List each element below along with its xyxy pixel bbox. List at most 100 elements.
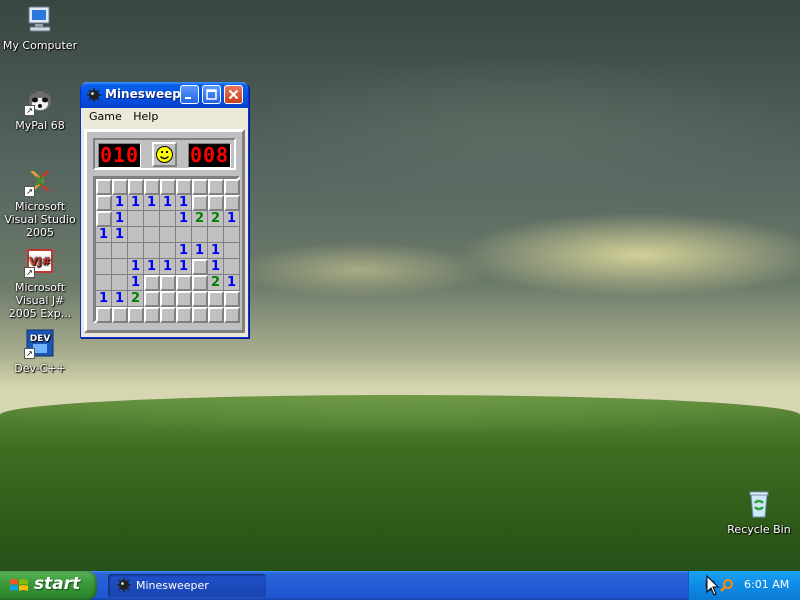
mine-cell[interactable] bbox=[192, 307, 208, 323]
mine-cell[interactable]: 1 bbox=[192, 243, 208, 259]
mine-cell[interactable]: 1 bbox=[160, 195, 176, 211]
mine-cell[interactable] bbox=[96, 195, 112, 211]
desktop-icon-recycle-bin[interactable]: Recycle Bin bbox=[719, 488, 799, 536]
mine-cell[interactable]: 2 bbox=[192, 211, 208, 227]
clock[interactable]: 6:01 AM bbox=[744, 578, 789, 591]
mine-cell[interactable] bbox=[144, 227, 160, 243]
mine-cell[interactable] bbox=[192, 291, 208, 307]
mine-cell[interactable] bbox=[208, 227, 224, 243]
mine-cell[interactable] bbox=[144, 211, 160, 227]
mine-cell[interactable] bbox=[96, 179, 112, 195]
mine-cell[interactable] bbox=[128, 227, 144, 243]
mine-cell[interactable] bbox=[176, 227, 192, 243]
mine-cell[interactable] bbox=[192, 227, 208, 243]
mine-cell[interactable] bbox=[176, 179, 192, 195]
mine-cell[interactable] bbox=[224, 259, 240, 275]
mine-cell[interactable]: 1 bbox=[176, 195, 192, 211]
window-titlebar[interactable]: Minesweep... bbox=[81, 82, 248, 108]
mine-cell[interactable] bbox=[96, 259, 112, 275]
mine-cell[interactable] bbox=[176, 307, 192, 323]
mine-cell[interactable]: 1 bbox=[160, 259, 176, 275]
mine-cell[interactable]: 1 bbox=[176, 259, 192, 275]
mine-cell[interactable] bbox=[224, 179, 240, 195]
mine-cell[interactable]: 1 bbox=[128, 275, 144, 291]
mine-cell[interactable] bbox=[144, 291, 160, 307]
mine-cell[interactable] bbox=[96, 307, 112, 323]
mine-cell[interactable]: 2 bbox=[128, 291, 144, 307]
maximize-button[interactable] bbox=[202, 85, 221, 104]
mine-cell[interactable] bbox=[144, 307, 160, 323]
mine-cell[interactable] bbox=[112, 179, 128, 195]
mine-cell[interactable] bbox=[144, 275, 160, 291]
mine-cell[interactable] bbox=[112, 243, 128, 259]
mine-cell[interactable] bbox=[128, 211, 144, 227]
mine-cell[interactable] bbox=[128, 243, 144, 259]
menu-game[interactable]: Game bbox=[85, 108, 126, 125]
mine-cell[interactable] bbox=[160, 243, 176, 259]
mine-cell[interactable]: 1 bbox=[208, 259, 224, 275]
mine-cell[interactable]: 1 bbox=[176, 211, 192, 227]
mine-cell[interactable] bbox=[224, 307, 240, 323]
desktop-icon-label: Recycle Bin bbox=[727, 523, 791, 536]
mine-cell[interactable] bbox=[160, 307, 176, 323]
close-button[interactable] bbox=[224, 85, 243, 104]
desktop-icon-vjsharp[interactable]: VJ# ↗ Microsoft Visual J# 2005 Exp... bbox=[0, 246, 80, 320]
mine-cell[interactable]: 1 bbox=[112, 211, 128, 227]
mine-cell[interactable]: 2 bbox=[208, 275, 224, 291]
mine-cell[interactable]: 1 bbox=[128, 195, 144, 211]
taskbar-item-minesweeper[interactable]: Minesweeper bbox=[108, 574, 266, 597]
mine-cell[interactable]: 1 bbox=[144, 259, 160, 275]
mine-cell[interactable]: 1 bbox=[224, 275, 240, 291]
minimize-button[interactable] bbox=[180, 85, 199, 104]
desktop-icon-mypal[interactable]: ↗ MyPal 68 bbox=[0, 84, 80, 132]
mine-cell[interactable]: 1 bbox=[96, 227, 112, 243]
mine-cell[interactable]: 1 bbox=[96, 291, 112, 307]
mine-cell[interactable]: 1 bbox=[208, 243, 224, 259]
mine-cell[interactable] bbox=[176, 275, 192, 291]
mine-cell[interactable] bbox=[208, 179, 224, 195]
mine-cell[interactable] bbox=[208, 307, 224, 323]
desktop-icon-visual-studio[interactable]: ↗ Microsoft Visual Studio 2005 bbox=[0, 165, 80, 239]
mine-cell[interactable] bbox=[224, 243, 240, 259]
desktop-icon-my-computer[interactable]: My Computer bbox=[0, 4, 80, 52]
mine-cell[interactable]: 1 bbox=[128, 259, 144, 275]
mine-cell[interactable] bbox=[224, 291, 240, 307]
mine-cell[interactable]: 2 bbox=[208, 211, 224, 227]
mine-cell[interactable] bbox=[144, 243, 160, 259]
menu-help[interactable]: Help bbox=[129, 108, 162, 125]
new-game-button[interactable] bbox=[152, 142, 177, 167]
mine-cell[interactable] bbox=[192, 195, 208, 211]
start-button[interactable]: start bbox=[0, 571, 97, 600]
mine-cell[interactable] bbox=[96, 243, 112, 259]
mine-cell[interactable]: 1 bbox=[176, 243, 192, 259]
mine-cell[interactable] bbox=[112, 307, 128, 323]
mine-cell[interactable] bbox=[96, 275, 112, 291]
desktop-icon-devcpp[interactable]: DEV ↗ Dev-C++ bbox=[0, 327, 80, 375]
mine-cell[interactable]: 1 bbox=[144, 195, 160, 211]
mine-cell[interactable] bbox=[160, 211, 176, 227]
mine-cell[interactable] bbox=[128, 179, 144, 195]
mine-cell[interactable] bbox=[160, 227, 176, 243]
minesweeper-window[interactable]: Minesweep... Game Help 010 008 1 1 1 1 1… bbox=[80, 82, 249, 338]
mine-cell[interactable] bbox=[96, 211, 112, 227]
mine-cell[interactable] bbox=[144, 179, 160, 195]
mine-cell[interactable] bbox=[224, 227, 240, 243]
mine-cell[interactable]: 1 bbox=[112, 195, 128, 211]
mine-cell[interactable] bbox=[160, 179, 176, 195]
mine-cell[interactable] bbox=[128, 307, 144, 323]
mine-cell[interactable]: 1 bbox=[112, 291, 128, 307]
mine-cell[interactable] bbox=[112, 275, 128, 291]
mine-cell[interactable] bbox=[208, 291, 224, 307]
mine-cell[interactable] bbox=[192, 259, 208, 275]
mine-cell[interactable] bbox=[192, 179, 208, 195]
mine-cell[interactable] bbox=[208, 195, 224, 211]
mine-cell[interactable] bbox=[112, 259, 128, 275]
search-icon[interactable] bbox=[719, 577, 735, 593]
mine-cell[interactable] bbox=[224, 195, 240, 211]
mine-cell[interactable] bbox=[176, 291, 192, 307]
mine-cell[interactable] bbox=[192, 275, 208, 291]
mine-cell[interactable] bbox=[160, 275, 176, 291]
mine-cell[interactable]: 1 bbox=[224, 211, 240, 227]
mine-cell[interactable]: 1 bbox=[112, 227, 128, 243]
mine-cell[interactable] bbox=[160, 291, 176, 307]
